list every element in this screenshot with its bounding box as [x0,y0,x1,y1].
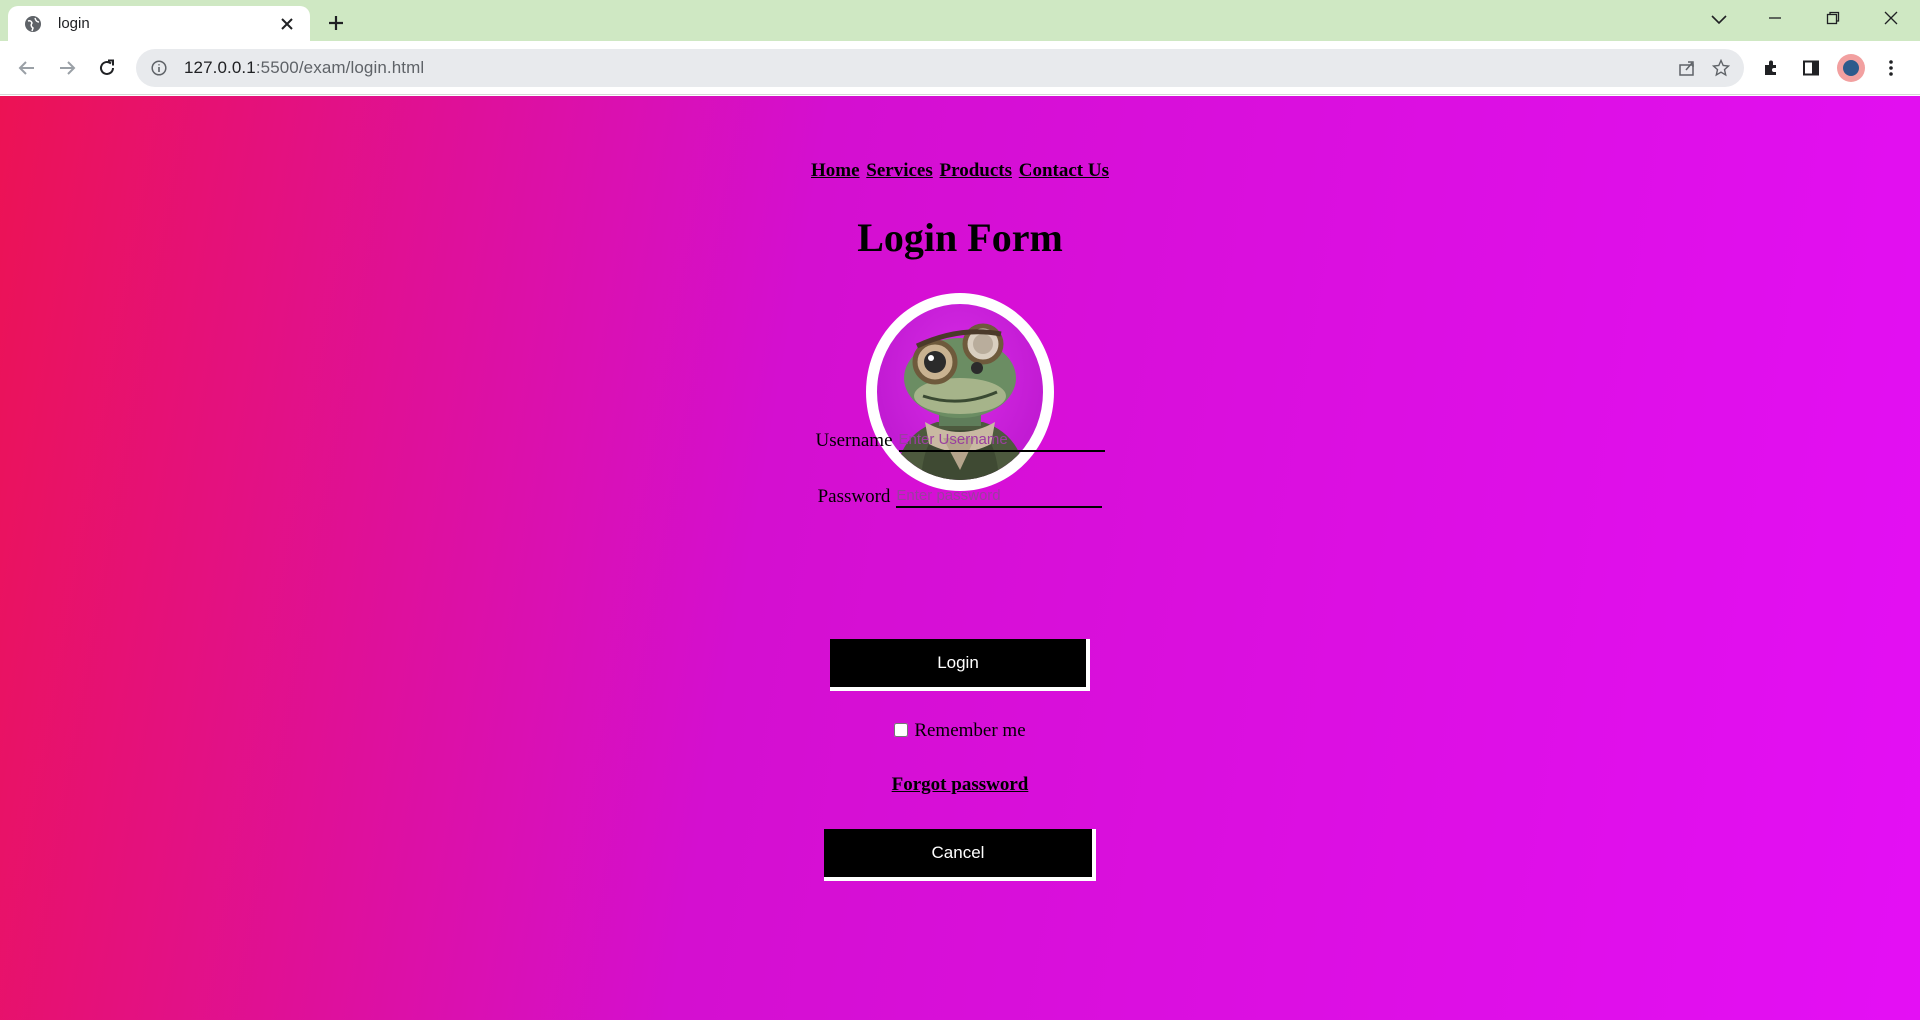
close-tab-icon[interactable] [276,13,298,35]
extensions-icon[interactable] [1756,53,1786,83]
bookmark-star-icon[interactable] [1708,55,1734,81]
tab-strip: login [0,0,1920,41]
username-row: Username [0,428,1920,452]
minimize-button[interactable] [1746,0,1804,36]
chevron-down-icon [1711,15,1727,25]
side-panel-icon[interactable] [1796,53,1826,83]
url-text[interactable]: 127.0.0.1:5500/exam/login.html [184,58,424,78]
top-nav: Home Services Products Contact Us [0,160,1920,182]
arrow-left-icon [18,61,34,75]
remember-checkbox[interactable] [894,722,909,737]
page-title: Login Form [857,215,1063,260]
nav-link-contact[interactable]: Contact Us [1019,160,1109,181]
url-host: 127.0.0.1 [184,58,256,77]
close-window-button[interactable] [1862,0,1920,36]
remember-label: Remember me [914,720,1026,741]
back-button[interactable] [12,53,42,83]
globe-icon [24,15,42,33]
password-label: Password [817,486,891,507]
lizard-avatar-image [895,323,1027,480]
username-input[interactable] [898,428,1105,452]
plus-icon [329,16,343,30]
reload-icon [100,59,114,75]
minimize-icon [1769,17,1781,19]
browser-toolbar: 127.0.0.1:5500/exam/login.html [0,41,1920,95]
tab-title: login [58,15,90,32]
password-input[interactable] [896,484,1103,508]
reload-button[interactable] [92,53,122,83]
remember-row: Remember me [0,720,1920,742]
site-info-icon[interactable] [148,57,170,79]
cancel-button[interactable]: Cancel [824,829,1096,881]
forgot-password-link[interactable]: Forgot password [892,774,1029,795]
avatar [866,293,1054,491]
profile-avatar[interactable] [1836,53,1866,83]
nav-link-products[interactable]: Products [940,160,1012,181]
forward-button[interactable] [52,53,82,83]
login-button[interactable]: Login [830,639,1090,691]
username-label: Username [815,430,893,451]
restore-icon [1826,11,1840,25]
address-bar[interactable]: 127.0.0.1:5500/exam/login.html [136,49,1744,87]
menu-kebab-icon[interactable] [1876,53,1906,83]
url-path: :5500/exam/login.html [255,58,425,77]
new-tab-button[interactable] [322,9,350,37]
forgot-row: Forgot password [0,774,1920,796]
close-icon [1884,11,1898,25]
arrow-right-icon [60,61,76,75]
page-viewport: Home Services Products Contact Us Login … [0,96,1920,1020]
nav-link-home[interactable]: Home [811,160,860,181]
password-row: Password [0,484,1920,508]
browser-tab[interactable]: login [8,6,310,41]
tab-search-button[interactable] [1702,6,1736,34]
nav-link-services[interactable]: Services [866,160,932,181]
restore-button[interactable] [1804,0,1862,36]
share-icon[interactable] [1674,55,1700,81]
